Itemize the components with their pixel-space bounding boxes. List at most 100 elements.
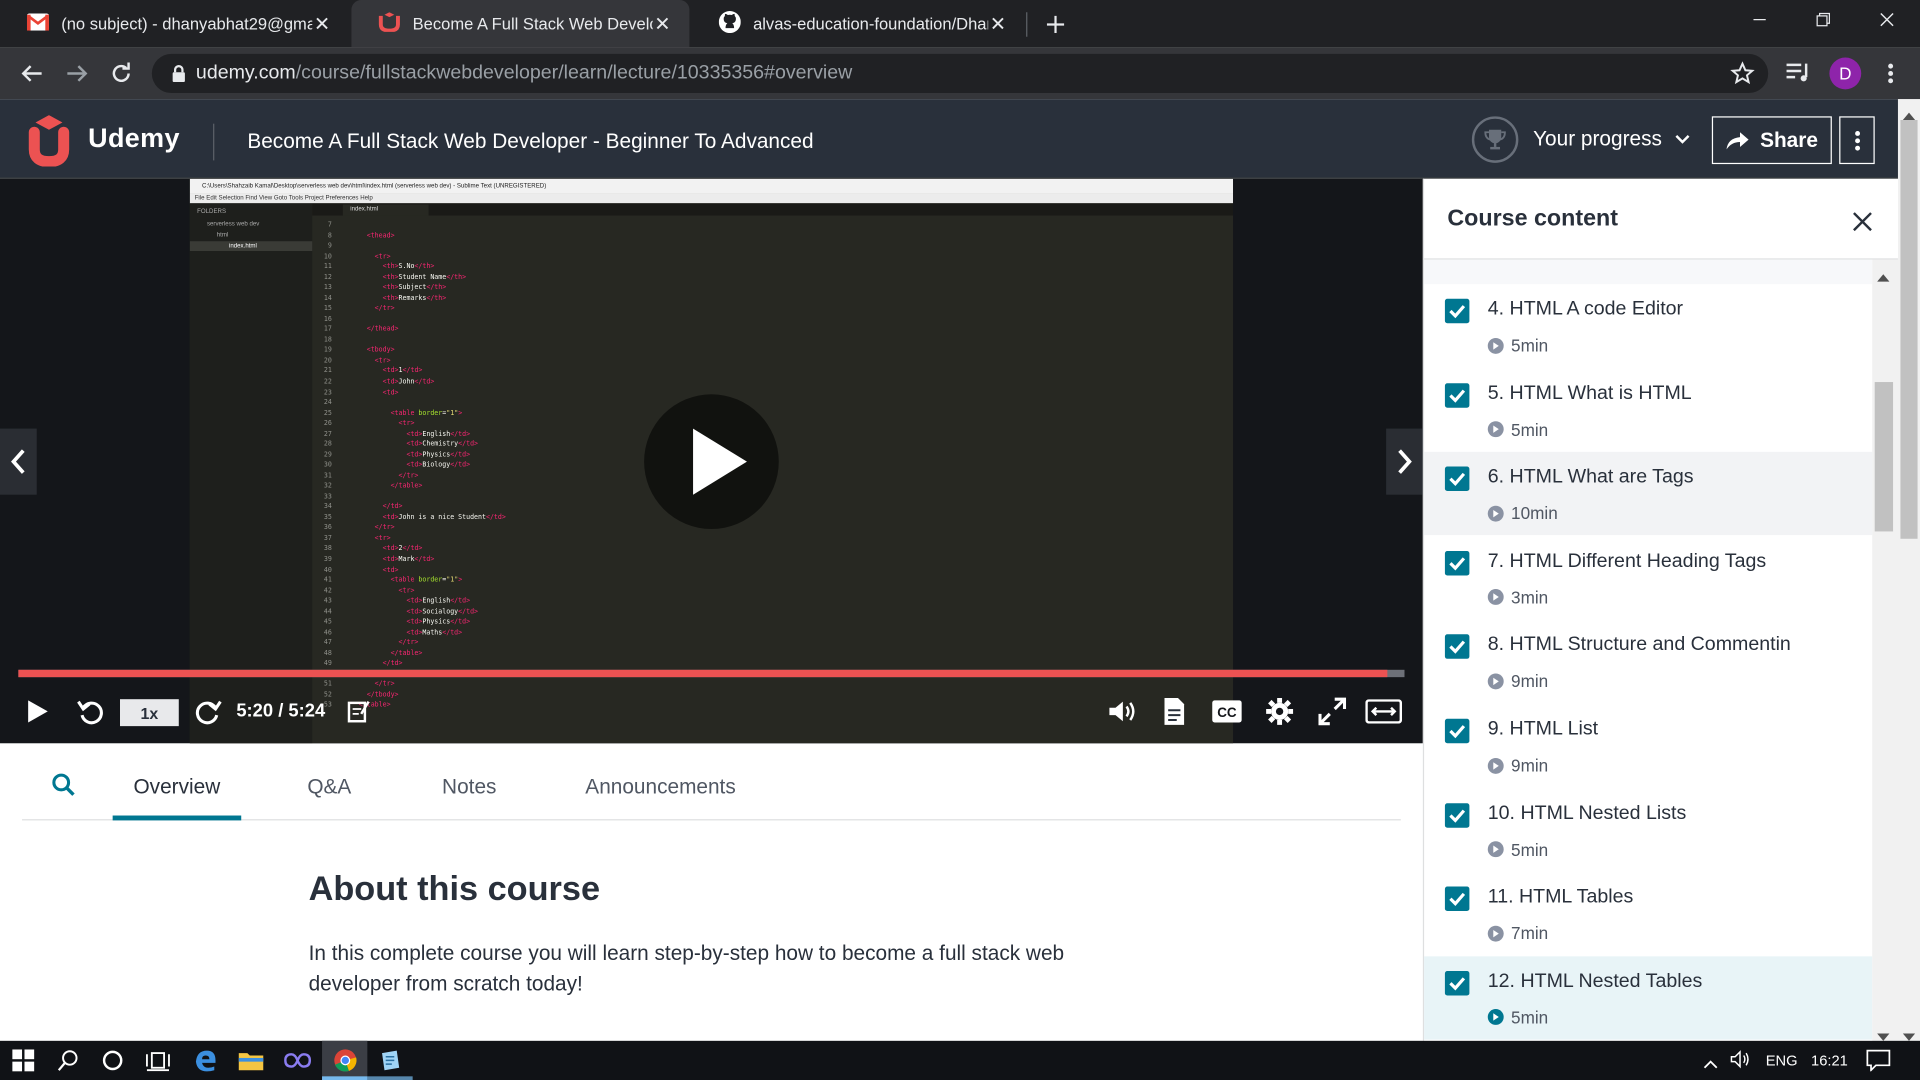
duration-text: 5min — [1511, 1007, 1549, 1028]
sidebar-scrollbar[interactable] — [1872, 259, 1898, 1041]
chevron-down-icon — [1675, 135, 1690, 144]
language-indicator[interactable]: ENG — [1766, 1052, 1798, 1069]
lecture-item[interactable]: 8. HTML Structure and Commentin 9min — [1424, 620, 1872, 703]
volume-tray-button[interactable] — [1730, 1049, 1752, 1075]
play-button[interactable] — [22, 693, 54, 730]
lecture-item[interactable]: 11. HTML Tables 7min — [1424, 872, 1872, 955]
course-title[interactable]: Become A Full Stack Web Developer - Begi… — [247, 130, 813, 154]
duration-text: 9min — [1511, 755, 1549, 776]
rewind-icon — [77, 700, 103, 725]
taskbar-search-button[interactable] — [45, 1041, 90, 1080]
tab-qa[interactable]: Q&A — [307, 775, 351, 799]
lecture-title: 9. HTML List — [1487, 718, 1599, 740]
checkbox[interactable] — [1444, 634, 1470, 660]
editor-sidebar: FOLDERS serverless web dev html index.ht… — [189, 203, 313, 744]
taskbar-app[interactable] — [274, 1041, 319, 1080]
taskbar-app[interactable] — [367, 1041, 412, 1080]
rewind-button[interactable] — [73, 693, 107, 730]
taskbar-edge[interactable] — [182, 1041, 227, 1080]
lecture-item[interactable]: 5. HTML What is HTML 5min — [1424, 368, 1872, 451]
minimize-button[interactable] — [1731, 0, 1787, 39]
next-lecture-button[interactable] — [1386, 428, 1423, 495]
checkbox[interactable] — [1444, 466, 1470, 492]
checkbox[interactable] — [1444, 718, 1470, 744]
tab-announcements[interactable]: Announcements — [585, 775, 735, 799]
transcript-button[interactable] — [1158, 693, 1190, 730]
settings-button[interactable] — [1262, 693, 1296, 730]
minimize-icon — [1753, 18, 1766, 21]
new-tab-button[interactable] — [1041, 10, 1070, 39]
previous-lecture-button[interactable] — [0, 428, 37, 495]
close-icon[interactable]: ✕ — [312, 12, 332, 36]
lecture-item[interactable]: 4. HTML A code Editor 5min — [1424, 284, 1872, 367]
editor-tree-item: index.html — [228, 242, 257, 250]
checkbox[interactable] — [1444, 550, 1470, 576]
checkmark-icon — [1449, 725, 1466, 739]
checkbox[interactable] — [1444, 970, 1470, 996]
fullscreen-button[interactable] — [1315, 693, 1349, 730]
scroll-up-arrow[interactable] — [1876, 267, 1891, 289]
taskbar-chrome[interactable] — [322, 1040, 368, 1080]
browser-tab-udemy[interactable]: Become A Full Stack Web Developer ✕ — [351, 0, 690, 48]
checkbox[interactable] — [1444, 802, 1470, 828]
back-button[interactable] — [13, 55, 50, 92]
cortana-button[interactable] — [89, 1041, 134, 1080]
address-bar[interactable]: udemy.com/course/fullstackwebdeveloper/l… — [151, 53, 1769, 94]
start-button[interactable] — [0, 1041, 45, 1080]
big-play-button[interactable] — [644, 394, 779, 529]
forward-button[interactable] — [191, 693, 225, 730]
page-scrollbar-thumb[interactable] — [1900, 120, 1918, 539]
tab-overview[interactable]: Overview — [133, 775, 220, 799]
lecture-item[interactable]: 10. HTML Nested Lists 5min — [1424, 788, 1872, 871]
lecture-item[interactable]: 12. HTML Nested Tables 5min — [1424, 956, 1873, 1040]
window-close-button[interactable] — [1859, 0, 1915, 39]
infinity-icon — [283, 1053, 311, 1068]
close-icon[interactable]: ✕ — [988, 12, 1008, 36]
tab-notes[interactable]: Notes — [442, 775, 496, 799]
media-control-button[interactable] — [1785, 61, 1812, 85]
taskbar-file-explorer[interactable] — [228, 1041, 273, 1080]
captions-button[interactable]: CC — [1210, 693, 1244, 730]
checkbox[interactable] — [1444, 382, 1470, 408]
playback-speed-button[interactable]: 1x — [120, 699, 179, 727]
profile-avatar[interactable]: D — [1829, 57, 1862, 90]
checkbox[interactable] — [1444, 298, 1470, 324]
sidebar-close-button[interactable] — [1849, 208, 1876, 235]
volume-button[interactable] — [1106, 693, 1140, 730]
lecture-item[interactable]: 9. HTML List 9min — [1424, 704, 1872, 787]
share-button[interactable]: Share — [1711, 116, 1832, 165]
checkbox[interactable] — [1444, 886, 1470, 912]
close-icon[interactable]: ✕ — [653, 12, 673, 36]
show-hidden-icons-button[interactable] — [1703, 1053, 1718, 1075]
udemy-logo[interactable] — [22, 115, 83, 173]
lecture-duration: 5min — [1487, 336, 1548, 355]
browser-tab-gmail[interactable]: (no subject) - dhanyabhat29@gmail ✕ — [0, 0, 349, 48]
header-more-button[interactable] — [1839, 116, 1875, 165]
active-tab-indicator — [112, 815, 242, 821]
header-divider — [213, 123, 215, 161]
lecture-item[interactable]: 6. HTML What are Tags 10min — [1424, 452, 1873, 536]
bookmark-star-button[interactable] — [1730, 61, 1757, 85]
lecture-item[interactable]: 7. HTML Different Heading Tags 3min — [1424, 536, 1872, 619]
forward-button[interactable] — [59, 55, 96, 92]
task-view-button[interactable] — [135, 1041, 180, 1080]
add-note-button[interactable] — [345, 693, 372, 730]
reload-button[interactable] — [103, 55, 140, 92]
your-progress-button[interactable]: Your progress — [1471, 116, 1691, 163]
clock[interactable]: 16:21 — [1811, 1052, 1848, 1069]
restore-button[interactable] — [1795, 0, 1851, 39]
browser-menu-button[interactable] — [1881, 61, 1901, 85]
sidebar-scrollbar-thumb[interactable] — [1874, 382, 1894, 532]
checkmark-icon — [1449, 389, 1466, 403]
lecture-duration: 9min — [1487, 672, 1548, 691]
play-circle-icon — [1487, 925, 1504, 942]
search-button[interactable] — [51, 773, 75, 797]
browser-tab-github[interactable]: alvas-education-foundation/Dhanya ✕ — [692, 0, 1025, 48]
action-center-button[interactable] — [1866, 1049, 1891, 1077]
lock-icon — [172, 65, 185, 83]
duration-text: 5min — [1511, 419, 1549, 440]
svg-text:CC: CC — [1217, 705, 1237, 720]
url-host: udemy.com — [195, 62, 296, 84]
expand-width-button[interactable] — [1364, 693, 1403, 730]
share-icon — [1727, 131, 1750, 149]
